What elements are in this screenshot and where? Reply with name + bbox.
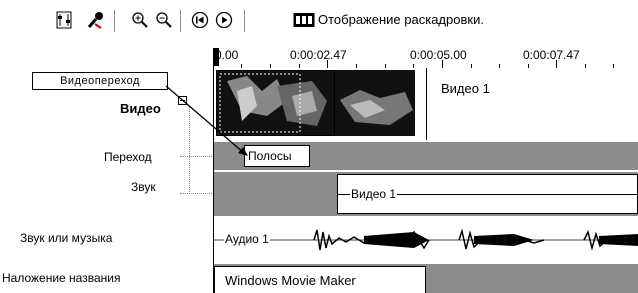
clip-boundary bbox=[426, 68, 427, 140]
video-clip-label: Видео 1 bbox=[441, 81, 490, 96]
track-label-video: Видео bbox=[120, 101, 161, 116]
time-ruler[interactable]: 0.00 0:00:02.47 0:00:05.00 0:00:07.47 bbox=[213, 48, 638, 69]
audio-clip[interactable]: Видео 1 bbox=[337, 174, 638, 214]
zoom-out-icon[interactable] bbox=[154, 10, 174, 30]
tree-connector bbox=[180, 193, 214, 194]
title-overlay-clip-label: Windows Movie Maker bbox=[225, 273, 356, 288]
tree-connector bbox=[180, 156, 214, 157]
video-clip-thumbnails[interactable] bbox=[216, 70, 335, 136]
transition-clip-label: Полосы bbox=[248, 149, 292, 163]
track-label-audio: Звук bbox=[131, 180, 156, 194]
ruler-tick-label: 0:00:05.00 bbox=[410, 48, 467, 62]
ruler-tick bbox=[556, 60, 557, 68]
track-label-title-overlay: Наложение названия bbox=[2, 271, 121, 285]
tree-connector bbox=[189, 106, 190, 194]
collapse-video-track-icon[interactable] bbox=[178, 96, 187, 105]
video-clip-second-thumbnail bbox=[335, 70, 415, 136]
audio-clip-label: Видео 1 bbox=[350, 187, 398, 201]
video-thumbnail-image bbox=[335, 70, 415, 136]
timeline-toolbar: Отображение раскадровки. bbox=[0, 0, 638, 44]
callout-label: Видеопереход bbox=[60, 75, 140, 87]
storyboard-toggle-label[interactable]: Отображение раскадровки. bbox=[318, 12, 484, 27]
video-thumbnail-image bbox=[217, 71, 334, 135]
music-waveform bbox=[214, 228, 638, 251]
music-clip-label: Аудио 1 bbox=[224, 232, 270, 246]
ruler-tick-label: 0:00:07.47 bbox=[523, 48, 580, 62]
narrate-microphone-icon[interactable] bbox=[86, 10, 106, 30]
rewind-icon[interactable] bbox=[190, 10, 210, 30]
toolbar-separator bbox=[244, 10, 245, 32]
play-icon[interactable] bbox=[214, 10, 234, 30]
title-overlay-clip[interactable]: Windows Movie Maker bbox=[214, 266, 426, 293]
storyboard-filmstrip-icon[interactable] bbox=[292, 10, 316, 30]
ruler-tick bbox=[327, 60, 328, 68]
toolbar-separator bbox=[180, 10, 181, 32]
set-audio-levels-icon[interactable] bbox=[54, 10, 74, 30]
toolbar-separator bbox=[114, 10, 115, 32]
ruler-tick-label: 0:00:02.47 bbox=[290, 48, 347, 62]
ruler-tick bbox=[442, 60, 443, 68]
transition-clip[interactable]: Полосы bbox=[244, 145, 310, 167]
video-transition-callout: Видеопереход bbox=[32, 72, 168, 90]
zoom-in-icon[interactable] bbox=[130, 10, 150, 30]
track-label-audio-music: Звук или музыка bbox=[20, 231, 113, 245]
playhead-marker[interactable] bbox=[213, 48, 219, 66]
track-label-transition: Переход bbox=[104, 150, 152, 164]
